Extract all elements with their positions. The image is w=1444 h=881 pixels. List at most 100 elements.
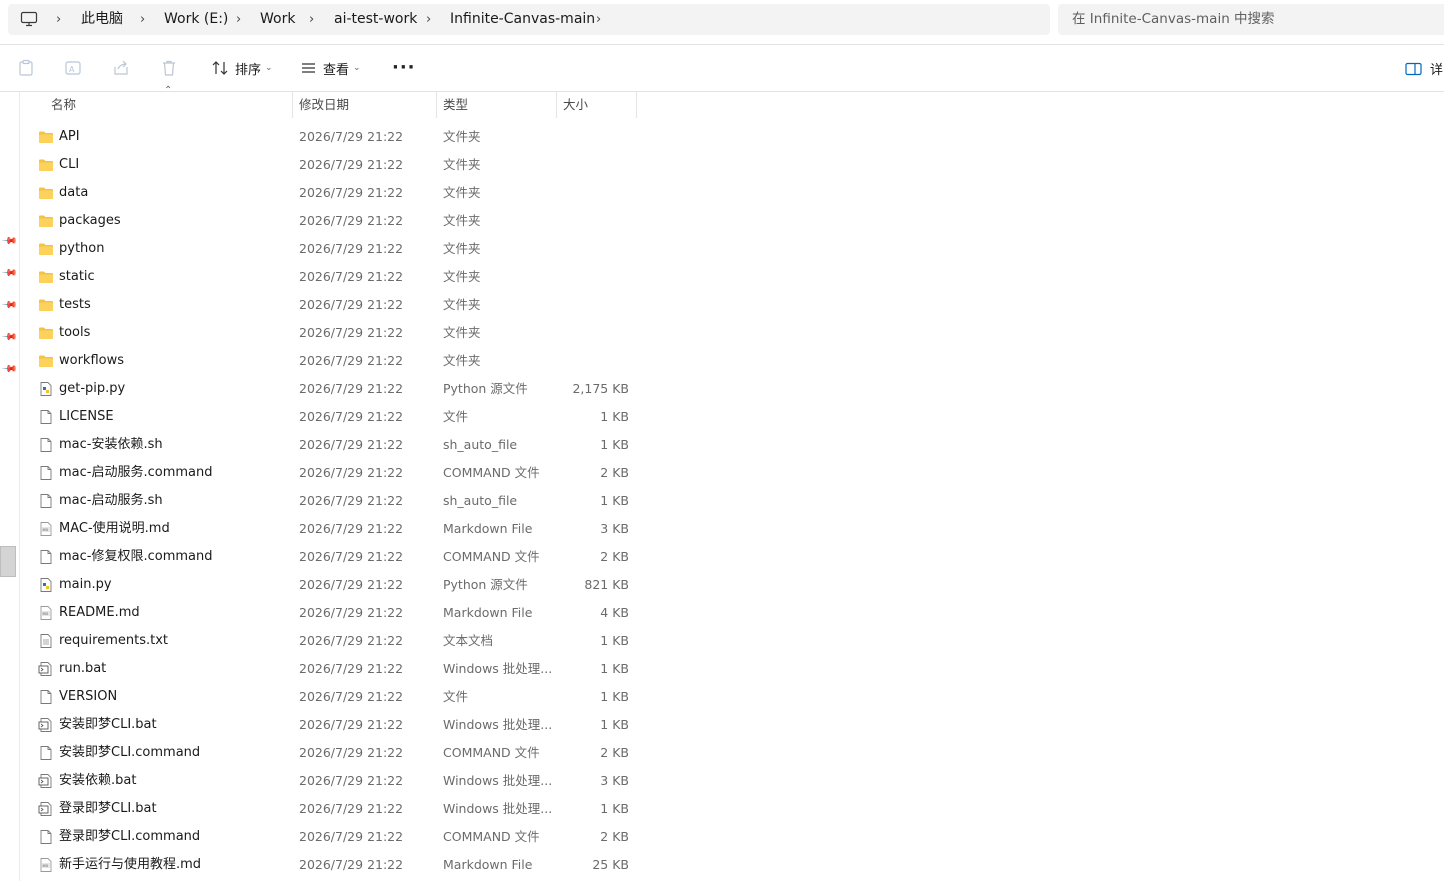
file-name[interactable]: CLI — [59, 151, 289, 179]
file-name[interactable]: main.py — [59, 571, 289, 599]
file-name[interactable]: data — [59, 179, 289, 207]
file-row[interactable]: requirements.txt 2026/7/29 21:22 文本文档 1 KB — [20, 627, 1444, 655]
file-row[interactable]: main.py 2026/7/29 21:22 Python 源文件 821 KB — [20, 571, 1444, 599]
file-size: 2 KB — [600, 465, 629, 480]
file-name[interactable]: 登录即梦CLI.bat — [59, 795, 289, 823]
file-name[interactable]: workflows — [59, 347, 289, 375]
delete-icon[interactable] — [160, 59, 178, 77]
this-pc-icon[interactable] — [20, 11, 38, 27]
column-divider[interactable] — [636, 92, 637, 118]
file-row[interactable]: run.bat 2026/7/29 21:22 Windows 批处理... 1 KB — [20, 655, 1444, 683]
file-row[interactable]: LICENSE 2026/7/29 21:22 文件 1 KB — [20, 403, 1444, 431]
file-row[interactable]: VERSION 2026/7/29 21:22 文件 1 KB — [20, 683, 1444, 711]
rename-icon[interactable]: A — [64, 59, 82, 77]
breadcrumb-item-drive[interactable]: Work (E:) — [164, 4, 228, 35]
paste-icon[interactable] — [17, 59, 35, 77]
column-type[interactable]: 类型 — [443, 92, 468, 118]
chevron-right-icon[interactable]: › — [140, 4, 145, 35]
file-date: 2026/7/29 21:22 — [299, 157, 404, 172]
file-size: 2 KB — [600, 549, 629, 564]
file-type: Markdown File — [443, 605, 533, 620]
file-name[interactable]: API — [59, 123, 289, 151]
search-input[interactable]: 在 Infinite-Canvas-main 中搜索 — [1058, 4, 1444, 35]
more-options-icon[interactable]: ··· — [392, 57, 416, 79]
file-type: COMMAND 文件 — [443, 465, 540, 480]
file-row[interactable]: mac-启动服务.sh 2026/7/29 21:22 sh_auto_file 1 … — [20, 487, 1444, 515]
file-name[interactable]: LICENSE — [59, 403, 289, 431]
file-row[interactable]: workflows 2026/7/29 21:22 文件夹 — [20, 347, 1444, 375]
file-row[interactable]: CLI 2026/7/29 21:22 文件夹 — [20, 151, 1444, 179]
pin-icon: 📌 — [0, 297, 18, 314]
file-name[interactable]: README.md — [59, 599, 289, 627]
file-row[interactable]: MD README.md 2026/7/29 21:22 Markdown File 4… — [20, 599, 1444, 627]
column-date[interactable]: 修改日期 — [299, 92, 349, 118]
file-row[interactable]: mac-启动服务.command 2026/7/29 21:22 COMMAND 文… — [20, 459, 1444, 487]
file-name[interactable]: 安装即梦CLI.bat — [59, 711, 289, 739]
file-row[interactable]: packages 2026/7/29 21:22 文件夹 — [20, 207, 1444, 235]
file-row[interactable]: 安装即梦CLI.command 2026/7/29 21:22 COMMAND 文件… — [20, 739, 1444, 767]
file-date: 2026/7/29 21:22 — [299, 297, 404, 312]
file-row[interactable]: tests 2026/7/29 21:22 文件夹 — [20, 291, 1444, 319]
file-row[interactable]: mac-修复权限.command 2026/7/29 21:22 COMMAND 文… — [20, 543, 1444, 571]
file-row[interactable]: data 2026/7/29 21:22 文件夹 — [20, 179, 1444, 207]
breadcrumb[interactable]: › 此电脑 › Work (E:) › Work › ai-test-work … — [8, 4, 1050, 35]
file-name[interactable]: tools — [59, 319, 289, 347]
navigation-scrollbar[interactable] — [0, 546, 16, 577]
file-name[interactable]: static — [59, 263, 289, 291]
file-name[interactable]: run.bat — [59, 655, 289, 683]
file-row[interactable]: 安装即梦CLI.bat 2026/7/29 21:22 Windows 批处理...… — [20, 711, 1444, 739]
column-size[interactable]: 大小 — [563, 92, 588, 118]
file-name[interactable]: packages — [59, 207, 289, 235]
file-name[interactable]: 新手运行与使用教程.md — [59, 851, 289, 879]
file-name[interactable]: VERSION — [59, 683, 289, 711]
file-name[interactable]: 安装即梦CLI.command — [59, 739, 289, 767]
chevron-right-icon[interactable]: › — [596, 4, 601, 35]
file-name[interactable]: get-pip.py — [59, 375, 289, 403]
chevron-right-icon[interactable]: › — [309, 4, 314, 35]
column-divider[interactable] — [292, 92, 293, 118]
file-icon — [38, 829, 54, 845]
file-row[interactable]: MD MAC-使用说明.md 2026/7/29 21:22 Markdown Fil… — [20, 515, 1444, 543]
file-date: 2026/7/29 21:22 — [299, 521, 404, 536]
file-row[interactable]: python 2026/7/29 21:22 文件夹 — [20, 235, 1444, 263]
file-row[interactable]: get-pip.py 2026/7/29 21:22 Python 源文件 2,175… — [20, 375, 1444, 403]
view-button[interactable]: 查看 ⌄ — [300, 57, 361, 79]
file-row[interactable]: MD 新手运行与使用教程.md 2026/7/29 21:22 Markdown Fi… — [20, 851, 1444, 879]
breadcrumb-item-ai-test-work[interactable]: ai-test-work — [334, 4, 417, 35]
file-name[interactable]: mac-启动服务.sh — [59, 487, 289, 515]
pin-icon: 📌 — [0, 265, 18, 282]
file-name[interactable]: tests — [59, 291, 289, 319]
chevron-right-icon[interactable]: › — [56, 4, 61, 35]
file-name[interactable]: 登录即梦CLI.command — [59, 823, 289, 851]
file-type: Markdown File — [443, 521, 533, 536]
column-divider[interactable] — [436, 92, 437, 118]
file-row[interactable]: API 2026/7/29 21:22 文件夹 — [20, 123, 1444, 151]
details-pane-button[interactable]: 详 — [1405, 59, 1443, 78]
chevron-right-icon[interactable]: › — [236, 4, 241, 35]
file-name[interactable]: MAC-使用说明.md — [59, 515, 289, 543]
breadcrumb-item-work[interactable]: Work — [260, 4, 295, 35]
breadcrumb-item-current[interactable]: Infinite-Canvas-main — [450, 4, 595, 35]
file-name[interactable]: requirements.txt — [59, 627, 289, 655]
breadcrumb-item-this-pc[interactable]: 此电脑 — [81, 4, 123, 35]
sort-button[interactable]: 排序 ⌄ — [212, 57, 273, 79]
command-bar: A 排序 ⌄ 查看 ⌄ ··· 详 — [0, 45, 1444, 92]
file-row[interactable]: mac-安装依赖.sh 2026/7/29 21:22 sh_auto_file 1 … — [20, 431, 1444, 459]
file-row[interactable]: tools 2026/7/29 21:22 文件夹 — [20, 319, 1444, 347]
file-name[interactable]: mac-启动服务.command — [59, 459, 289, 487]
column-name[interactable]: 名称 — [51, 92, 76, 118]
file-row[interactable]: static 2026/7/29 21:22 文件夹 — [20, 263, 1444, 291]
column-divider[interactable] — [556, 92, 557, 118]
sort-label: 排序 — [235, 62, 262, 78]
python-file-icon — [38, 381, 54, 397]
file-row[interactable]: 登录即梦CLI.bat 2026/7/29 21:22 Windows 批处理...… — [20, 795, 1444, 823]
file-name[interactable]: 安装依赖.bat — [59, 767, 289, 795]
share-icon[interactable] — [112, 59, 130, 77]
file-name[interactable]: mac-安装依赖.sh — [59, 431, 289, 459]
file-row[interactable]: 安装依赖.bat 2026/7/29 21:22 Windows 批处理... 3 K… — [20, 767, 1444, 795]
file-name[interactable]: mac-修复权限.command — [59, 543, 289, 571]
chevron-right-icon[interactable]: › — [426, 4, 431, 35]
file-name[interactable]: python — [59, 235, 289, 263]
file-row[interactable]: 登录即梦CLI.command 2026/7/29 21:22 COMMAND 文件… — [20, 823, 1444, 851]
navigation-pane[interactable]: 📌 📌 📌 📌 📌 — [0, 92, 20, 881]
